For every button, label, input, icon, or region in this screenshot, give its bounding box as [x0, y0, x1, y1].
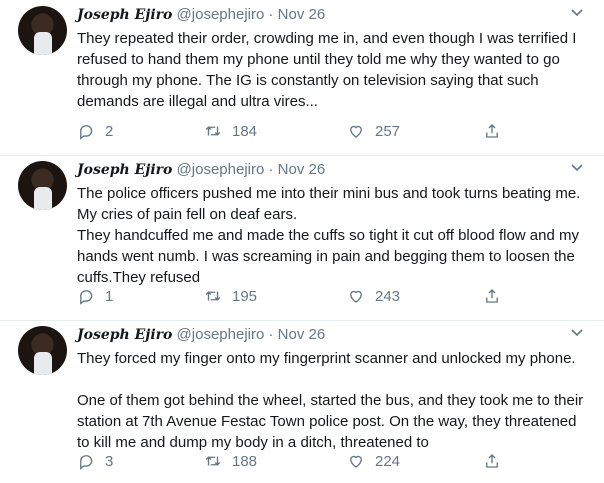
author-name[interactable]: Joseph Ejiro: [77, 327, 172, 343]
retweet-button[interactable]: 195: [204, 286, 257, 306]
author-handle[interactable]: @josephejiro: [177, 326, 265, 343]
retweet-button[interactable]: 184: [204, 121, 257, 141]
reply-count: 2: [105, 122, 114, 140]
reply-button[interactable]: 3: [77, 451, 113, 471]
retweet-icon: [205, 456, 221, 466]
separator-dot: ·: [268, 161, 274, 178]
share-button[interactable]: [483, 286, 501, 306]
author-name[interactable]: Joseph Ejiro: [77, 7, 172, 23]
separator-dot: ·: [268, 326, 274, 343]
tweet-actions: 1 195 243: [77, 286, 517, 306]
tweet-1[interactable]: Joseph Ejiro @josephejiro · Nov 26 They …: [0, 0, 604, 156]
reply-button[interactable]: 2: [77, 121, 113, 141]
tweet-header: Joseph Ejiro @josephejiro · Nov 26: [77, 6, 325, 26]
reply-button[interactable]: 1: [77, 286, 113, 306]
reply-count: 1: [105, 287, 114, 305]
tweet-actions: 3 188 224: [77, 451, 517, 471]
author-name[interactable]: Joseph Ejiro: [77, 162, 172, 178]
reply-icon: [80, 455, 93, 470]
share-button[interactable]: [483, 451, 501, 471]
chevron-down-icon[interactable]: [570, 6, 584, 20]
tweet-2[interactable]: Joseph Ejiro @josephejiro · Nov 26 The p…: [0, 155, 604, 321]
tweet-date[interactable]: Nov 26: [278, 326, 326, 343]
like-count: 224: [375, 452, 401, 470]
like-icon: [350, 455, 362, 468]
share-icon: [486, 289, 498, 303]
reply-icon: [80, 125, 93, 140]
like-icon: [350, 125, 362, 138]
avatar[interactable]: [18, 326, 67, 375]
share-icon: [486, 454, 498, 468]
retweet-icon: [205, 291, 221, 301]
author-handle[interactable]: @josephejiro: [177, 161, 265, 178]
author-handle[interactable]: @josephejiro: [177, 6, 265, 23]
like-button[interactable]: 257: [347, 121, 400, 141]
tweet-text: They repeated their order, crowding me i…: [77, 30, 577, 110]
like-button[interactable]: 224: [347, 451, 400, 471]
share-button[interactable]: [483, 121, 501, 141]
like-icon: [350, 290, 362, 303]
tweet-date[interactable]: Nov 26: [278, 161, 326, 178]
tweet-date[interactable]: Nov 26: [278, 6, 326, 23]
tweet-header: Joseph Ejiro @josephejiro · Nov 26: [77, 326, 325, 346]
tweet-actions: 2 184 257: [77, 121, 517, 141]
reply-icon: [80, 290, 93, 305]
retweet-count: 188: [232, 452, 258, 470]
avatar[interactable]: [18, 6, 67, 55]
tweet-3[interactable]: Joseph Ejiro @josephejiro · Nov 26 They …: [0, 320, 604, 483]
reply-count: 3: [105, 452, 114, 470]
retweet-count: 195: [232, 287, 258, 305]
retweet-icon: [205, 126, 221, 136]
retweet-button[interactable]: 188: [204, 451, 257, 471]
separator-dot: ·: [268, 6, 274, 23]
tweet-text: The police officers pushed me into their…: [77, 185, 581, 286]
tweet-header: Joseph Ejiro @josephejiro · Nov 26: [77, 161, 325, 181]
like-count: 257: [375, 122, 401, 140]
avatar[interactable]: [18, 161, 67, 210]
tweet-text: They forced my finger onto my fingerprin…: [77, 350, 584, 451]
chevron-down-icon[interactable]: [570, 326, 584, 340]
retweet-count: 184: [232, 122, 258, 140]
like-button[interactable]: 243: [347, 286, 400, 306]
like-count: 243: [375, 287, 401, 305]
chevron-down-icon[interactable]: [570, 161, 584, 175]
share-icon: [486, 124, 498, 138]
